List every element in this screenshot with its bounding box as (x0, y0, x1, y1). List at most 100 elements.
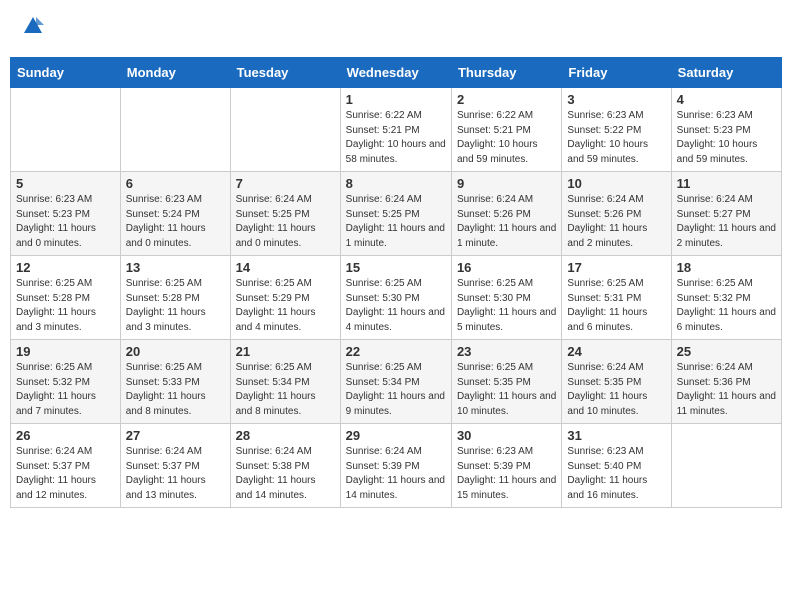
calendar-cell: 2 Sunrise: 6:22 AMSunset: 5:21 PMDaylight… (451, 88, 561, 172)
day-number: 30 (457, 428, 556, 443)
day-number: 5 (16, 176, 115, 191)
day-info: Sunrise: 6:25 AMSunset: 5:31 PMDaylight:… (567, 277, 665, 335)
day-number: 6 (126, 176, 225, 191)
calendar-cell: 1Sunrise: 6:22 AMSunset: 5:21 PMDaylight… (340, 88, 451, 172)
calendar-cell: 11 Sunrise: 6:24 AMSunset: 5:27 PMDayligh… (671, 172, 781, 256)
day-info: Sunrise: 6:24 AMSunset: 5:27 PMDaylight:… (677, 193, 776, 251)
day-info: Sunrise: 6:25 AMSunset: 5:34 PMDaylight:… (346, 361, 446, 419)
day-info: Sunrise: 6:23 AMSunset: 5:24 PMDaylight:… (126, 193, 225, 251)
calendar-cell: 27 Sunrise: 6:24 AMSunset: 5:37 PMDayligh… (120, 424, 230, 508)
day-info: Sunrise: 6:25 AMSunset: 5:32 PMDaylight:… (677, 277, 776, 335)
calendar-cell: 9 Sunrise: 6:24 AMSunset: 5:26 PMDaylight… (451, 172, 561, 256)
day-number: 27 (126, 428, 225, 443)
weekday-header-cell: Wednesday (340, 58, 451, 88)
day-number: 21 (236, 344, 335, 359)
day-number: 13 (126, 260, 225, 275)
day-info: Sunrise: 6:24 AMSunset: 5:25 PMDaylight:… (236, 193, 335, 251)
calendar-week-row: 26Sunrise: 6:24 AMSunset: 5:37 PMDayligh… (11, 424, 782, 508)
day-info: Sunrise: 6:25 AMSunset: 5:32 PMDaylight:… (16, 361, 115, 419)
calendar-cell: 13 Sunrise: 6:25 AMSunset: 5:28 PMDayligh… (120, 256, 230, 340)
day-info: Sunrise: 6:24 AMSunset: 5:36 PMDaylight:… (677, 361, 776, 419)
weekday-header-cell: Saturday (671, 58, 781, 88)
day-number: 22 (346, 344, 446, 359)
calendar-cell (120, 88, 230, 172)
calendar-body: 1 Sunrise: 6:22 AMSunset: 5:21 PMDaylight… (11, 88, 782, 508)
calendar-week-row: 19 Sunrise: 6:25 AMSunset: 5:32 PMDayligh… (11, 340, 782, 424)
calendar-cell: 14 Sunrise: 6:25 AMSunset: 5:29 PMDayligh… (230, 256, 340, 340)
day-info: Sunrise: 6:25 AMSunset: 5:30 PMDaylight:… (346, 277, 446, 335)
calendar-cell: 17 Sunrise: 6:25 AMSunset: 5:31 PMDayligh… (562, 256, 671, 340)
calendar-cell: 22 Sunrise: 6:25 AMSunset: 5:34 PMDayligh… (340, 340, 451, 424)
calendar-week-row: 5 Sunrise: 6:23 AMSunset: 5:23 PMDaylight… (11, 172, 782, 256)
calendar-cell (11, 88, 121, 172)
day-info: Sunrise: 6:23 AMSunset: 5:39 PMDaylight:… (457, 445, 556, 503)
calendar-cell: 18 Sunrise: 6:25 AMSunset: 5:32 PMDayligh… (671, 256, 781, 340)
day-number: 15 (346, 260, 446, 275)
calendar-cell: 7Sunrise: 6:24 AMSunset: 5:25 PMDaylight… (230, 172, 340, 256)
day-info: Sunrise: 6:25 AMSunset: 5:35 PMDaylight:… (457, 361, 556, 419)
day-info: Sunrise: 6:24 AMSunset: 5:39 PMDaylight:… (346, 445, 446, 503)
day-info: Sunrise: 6:24 AMSunset: 5:38 PMDaylight:… (236, 445, 335, 503)
weekday-header-cell: Sunday (11, 58, 121, 88)
logo-icon (22, 15, 44, 37)
day-number: 4 (677, 92, 776, 107)
day-info: Sunrise: 6:25 AMSunset: 5:34 PMDaylight:… (236, 361, 335, 419)
day-number: 9 (457, 176, 556, 191)
calendar-week-row: 12 Sunrise: 6:25 AMSunset: 5:28 PMDayligh… (11, 256, 782, 340)
weekday-header-cell: Friday (562, 58, 671, 88)
calendar-cell: 28 Sunrise: 6:24 AMSunset: 5:38 PMDayligh… (230, 424, 340, 508)
day-number: 8 (346, 176, 446, 191)
calendar-cell: 24 Sunrise: 6:24 AMSunset: 5:35 PMDayligh… (562, 340, 671, 424)
day-number: 1 (346, 92, 446, 107)
day-number: 2 (457, 92, 556, 107)
day-number: 16 (457, 260, 556, 275)
day-number: 25 (677, 344, 776, 359)
calendar-cell: 30 Sunrise: 6:23 AMSunset: 5:39 PMDayligh… (451, 424, 561, 508)
calendar-cell: 20Sunrise: 6:25 AMSunset: 5:33 PMDayligh… (120, 340, 230, 424)
day-info: Sunrise: 6:25 AMSunset: 5:28 PMDaylight:… (126, 277, 225, 335)
calendar-cell: 8 Sunrise: 6:24 AMSunset: 5:25 PMDaylight… (340, 172, 451, 256)
day-info: Sunrise: 6:23 AMSunset: 5:23 PMDaylight:… (16, 193, 115, 251)
calendar-cell: 15 Sunrise: 6:25 AMSunset: 5:30 PMDayligh… (340, 256, 451, 340)
day-number: 12 (16, 260, 115, 275)
day-info: Sunrise: 6:22 AMSunset: 5:21 PMDaylight:… (457, 109, 556, 167)
calendar-cell: 10Sunrise: 6:24 AMSunset: 5:26 PMDayligh… (562, 172, 671, 256)
day-number: 3 (567, 92, 665, 107)
calendar-cell: 5 Sunrise: 6:23 AMSunset: 5:23 PMDaylight… (11, 172, 121, 256)
logo (20, 15, 46, 42)
calendar-cell: 16Sunrise: 6:25 AMSunset: 5:30 PMDayligh… (451, 256, 561, 340)
calendar-table: SundayMondayTuesdayWednesdayThursdayFrid… (10, 57, 782, 508)
calendar-cell (230, 88, 340, 172)
calendar-cell: 12 Sunrise: 6:25 AMSunset: 5:28 PMDayligh… (11, 256, 121, 340)
calendar-cell: 29Sunrise: 6:24 AMSunset: 5:39 PMDayligh… (340, 424, 451, 508)
day-number: 19 (16, 344, 115, 359)
day-info: Sunrise: 6:25 AMSunset: 5:28 PMDaylight:… (16, 277, 115, 335)
calendar-cell: 21 Sunrise: 6:25 AMSunset: 5:34 PMDayligh… (230, 340, 340, 424)
day-number: 11 (677, 176, 776, 191)
page-header (10, 10, 782, 47)
weekday-header-cell: Monday (120, 58, 230, 88)
calendar-cell: 25 Sunrise: 6:24 AMSunset: 5:36 PMDayligh… (671, 340, 781, 424)
day-info: Sunrise: 6:25 AMSunset: 5:33 PMDaylight:… (126, 361, 225, 419)
day-info: Sunrise: 6:23 AMSunset: 5:23 PMDaylight:… (677, 109, 776, 167)
day-info: Sunrise: 6:25 AMSunset: 5:29 PMDaylight:… (236, 277, 335, 335)
weekday-header-cell: Tuesday (230, 58, 340, 88)
day-info: Sunrise: 6:24 AMSunset: 5:26 PMDaylight:… (567, 193, 665, 251)
calendar-cell: 26Sunrise: 6:24 AMSunset: 5:37 PMDayligh… (11, 424, 121, 508)
day-info: Sunrise: 6:23 AMSunset: 5:40 PMDaylight:… (567, 445, 665, 503)
calendar-week-row: 1 Sunrise: 6:22 AMSunset: 5:21 PMDaylight… (11, 88, 782, 172)
day-info: Sunrise: 6:24 AMSunset: 5:35 PMDaylight:… (567, 361, 665, 419)
day-number: 14 (236, 260, 335, 275)
day-info: Sunrise: 6:24 AMSunset: 5:37 PMDaylight:… (16, 445, 115, 503)
day-info: Sunrise: 6:24 AMSunset: 5:25 PMDaylight:… (346, 193, 446, 251)
day-number: 28 (236, 428, 335, 443)
day-number: 24 (567, 344, 665, 359)
calendar-cell: 31Sunrise: 6:23 AMSunset: 5:40 PMDayligh… (562, 424, 671, 508)
day-info: Sunrise: 6:23 AMSunset: 5:22 PMDaylight:… (567, 109, 665, 167)
calendar-cell: 6 Sunrise: 6:23 AMSunset: 5:24 PMDaylight… (120, 172, 230, 256)
day-info: Sunrise: 6:24 AMSunset: 5:37 PMDaylight:… (126, 445, 225, 503)
day-number: 17 (567, 260, 665, 275)
day-info: Sunrise: 6:24 AMSunset: 5:26 PMDaylight:… (457, 193, 556, 251)
weekday-header-row: SundayMondayTuesdayWednesdayThursdayFrid… (11, 58, 782, 88)
day-number: 18 (677, 260, 776, 275)
